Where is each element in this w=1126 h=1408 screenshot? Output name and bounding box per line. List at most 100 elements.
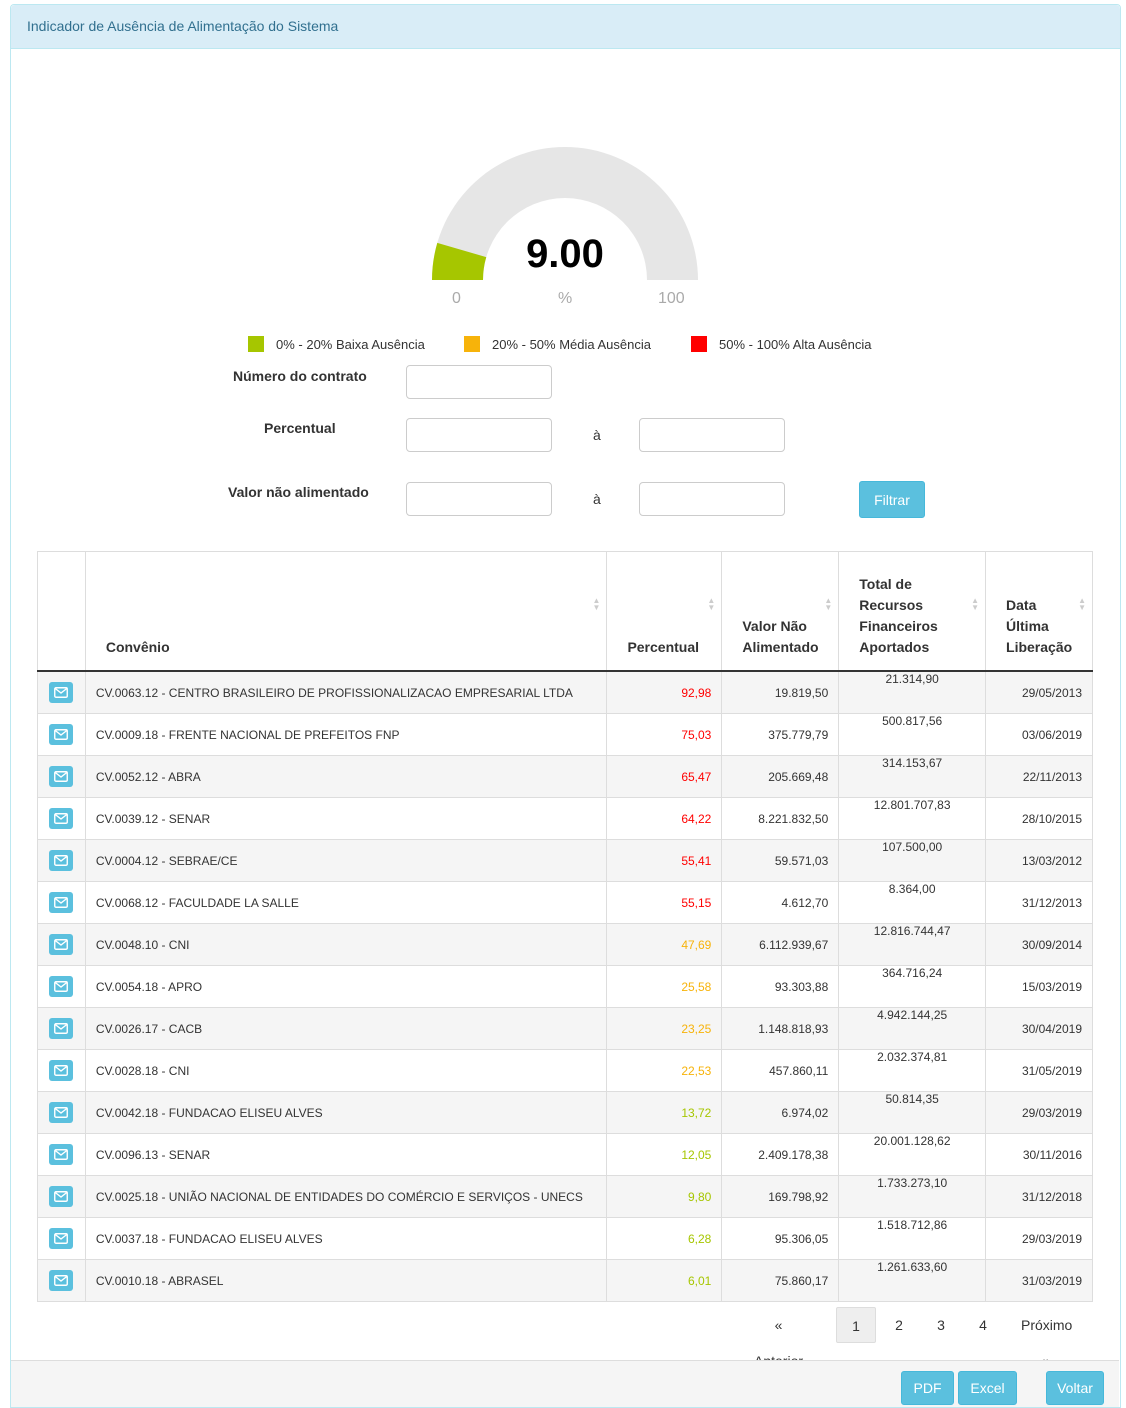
filter-button[interactable]: Filtrar: [859, 481, 925, 518]
mail-icon[interactable]: [49, 682, 74, 703]
data-cell: 29/03/2019: [985, 1217, 1093, 1260]
total-cell: 4.942.144,25: [838, 1007, 987, 1050]
action-cell: [37, 1091, 86, 1134]
data-cell: 13/03/2012: [985, 839, 1093, 882]
mail-icon[interactable]: [49, 976, 74, 997]
column-header-valor[interactable]: Valor Não Alimentado ▲ ▼: [721, 551, 840, 672]
action-cell: [37, 965, 86, 1008]
percentual-cell: 12,05: [606, 1133, 723, 1176]
action-cell: [37, 1049, 86, 1092]
total-cell: 1.733.273,10: [838, 1175, 987, 1218]
gauge-unit-label: %: [558, 290, 573, 307]
data-cell: 31/12/2013: [985, 881, 1093, 924]
convenio-cell: CV.0042.18 - FUNDACAO ELISEU ALVES: [84, 1091, 608, 1134]
unfed-value-range-separator: à: [593, 491, 601, 507]
data-cell: 30/09/2014: [985, 923, 1093, 966]
percent-range-separator: à: [593, 427, 601, 443]
data-cell: 22/11/2013: [985, 755, 1093, 798]
mail-icon[interactable]: [49, 1060, 74, 1081]
percentual-cell: 23,25: [606, 1007, 723, 1050]
data-cell: 28/10/2015: [985, 797, 1093, 840]
pagination-previous[interactable]: « Anterior: [754, 1307, 803, 1369]
valor-cell: 205.669,48: [721, 755, 840, 798]
agreements-table: Convênio ▲ ▼ Percentual ▲ ▼ Valor Não Alim…: [37, 551, 1093, 1302]
table-row: CV.0096.13 - SENAR 12,05 2.409.178,38 20.00…: [37, 1133, 1093, 1176]
action-cell: [37, 797, 86, 840]
valor-cell: 375.779,79: [721, 713, 840, 756]
convenio-cell: CV.0009.18 - FRENTE NACIONAL DE PREFEITO…: [84, 713, 608, 756]
percent-from-input[interactable]: [406, 418, 552, 452]
action-cell: [37, 755, 86, 798]
pdf-button[interactable]: PDF: [901, 1371, 954, 1405]
convenio-cell: CV.0026.17 - CACB: [84, 1007, 608, 1050]
percentual-cell: 22,53: [606, 1049, 723, 1092]
percentual-cell: 25,58: [606, 965, 723, 1008]
column-header-percentual[interactable]: Percentual ▲ ▼: [606, 551, 723, 672]
unfed-value-from-input[interactable]: [406, 482, 552, 516]
pagination-page-1[interactable]: 1: [836, 1307, 876, 1343]
table-row: CV.0004.12 - SEBRAE/CE 55,41 59.571,03 107.…: [37, 839, 1093, 882]
action-cell: [37, 839, 86, 882]
column-header-data[interactable]: Data Última Liberação ▲ ▼: [985, 551, 1093, 672]
mail-icon[interactable]: [49, 724, 74, 745]
unfed-value-label: Valor não alimentado: [228, 484, 369, 500]
valor-cell: 1.148.818,93: [721, 1007, 840, 1050]
mail-icon[interactable]: [49, 1228, 74, 1249]
pagination-page-2[interactable]: 2: [886, 1307, 912, 1343]
column-header-total[interactable]: Total de Recursos Financeiros Aportados …: [838, 551, 987, 672]
convenio-cell: CV.0052.12 - ABRA: [84, 755, 608, 798]
total-cell: 12.816.744,47: [838, 923, 987, 966]
action-cell: [37, 881, 86, 924]
column-header-convenio[interactable]: Convênio ▲ ▼: [84, 551, 608, 672]
valor-cell: 75.860,17: [721, 1259, 840, 1302]
sort-icon: ▲ ▼: [971, 596, 980, 612]
table-row: CV.0025.18 - UNIÃO NACIONAL DE ENTIDADES…: [37, 1175, 1093, 1218]
pagination-page-4[interactable]: 4: [970, 1307, 996, 1343]
total-cell: 314.153,67: [838, 755, 987, 798]
mail-icon[interactable]: [49, 934, 74, 955]
percentual-cell: 65,47: [606, 755, 723, 798]
contract-number-input[interactable]: [406, 365, 552, 399]
mail-icon[interactable]: [49, 850, 74, 871]
percentual-cell: 55,15: [606, 881, 723, 924]
percentual-cell: 55,41: [606, 839, 723, 882]
data-cell: 31/12/2018: [985, 1175, 1093, 1218]
valor-cell: 2.409.178,38: [721, 1133, 840, 1176]
mail-icon[interactable]: [49, 1144, 74, 1165]
convenio-cell: CV.0004.12 - SEBRAE/CE: [84, 839, 608, 882]
table-row: CV.0063.12 - CENTRO BRASILEIRO DE PROFIS…: [37, 670, 1093, 714]
percent-to-input[interactable]: [639, 418, 785, 452]
mail-icon[interactable]: [49, 1270, 74, 1291]
mail-icon[interactable]: [49, 892, 74, 913]
table-row: CV.0048.10 - CNI 47,69 6.112.939,67 12.816.…: [37, 923, 1093, 966]
column-header-label: Data Última Liberação: [1006, 597, 1073, 655]
data-cell: 30/04/2019: [985, 1007, 1093, 1050]
total-cell: 1.261.633,60: [838, 1259, 987, 1302]
mail-icon[interactable]: [49, 1018, 74, 1039]
data-cell: 31/03/2019: [985, 1259, 1093, 1302]
pagination-page-3[interactable]: 3: [928, 1307, 954, 1343]
valor-cell: 169.798,92: [721, 1175, 840, 1218]
legend-label: 0% - 20% Baixa Ausência: [276, 337, 425, 352]
action-cell: [37, 1007, 86, 1050]
total-cell: 500.817,56: [838, 713, 987, 756]
percentual-cell: 9,80: [606, 1175, 723, 1218]
action-cell: [37, 1133, 86, 1176]
back-button[interactable]: Voltar: [1046, 1371, 1104, 1405]
pagination-next[interactable]: Próximo »: [1021, 1307, 1072, 1369]
excel-button[interactable]: Excel: [958, 1371, 1017, 1405]
mail-icon[interactable]: [49, 1102, 74, 1123]
mail-icon[interactable]: [49, 808, 74, 829]
table-row: CV.0042.18 - FUNDACAO ELISEU ALVES 13,72 6…: [37, 1091, 1093, 1134]
mail-icon[interactable]: [49, 766, 74, 787]
percentual-cell: 47,69: [606, 923, 723, 966]
percentual-cell: 6,28: [606, 1217, 723, 1260]
table-row: CV.0068.12 - FACULDADE LA SALLE 55,15 4.61…: [37, 881, 1093, 924]
action-cell: [37, 1175, 86, 1218]
convenio-cell: CV.0048.10 - CNI: [84, 923, 608, 966]
table-row: CV.0052.12 - ABRA 65,47 205.669,48 314.153,…: [37, 755, 1093, 798]
mail-icon[interactable]: [49, 1186, 74, 1207]
table-header-row: Convênio ▲ ▼ Percentual ▲ ▼ Valor Não Alim…: [37, 551, 1093, 672]
gauge-value: 9.00: [526, 232, 604, 276]
unfed-value-to-input[interactable]: [639, 482, 785, 516]
